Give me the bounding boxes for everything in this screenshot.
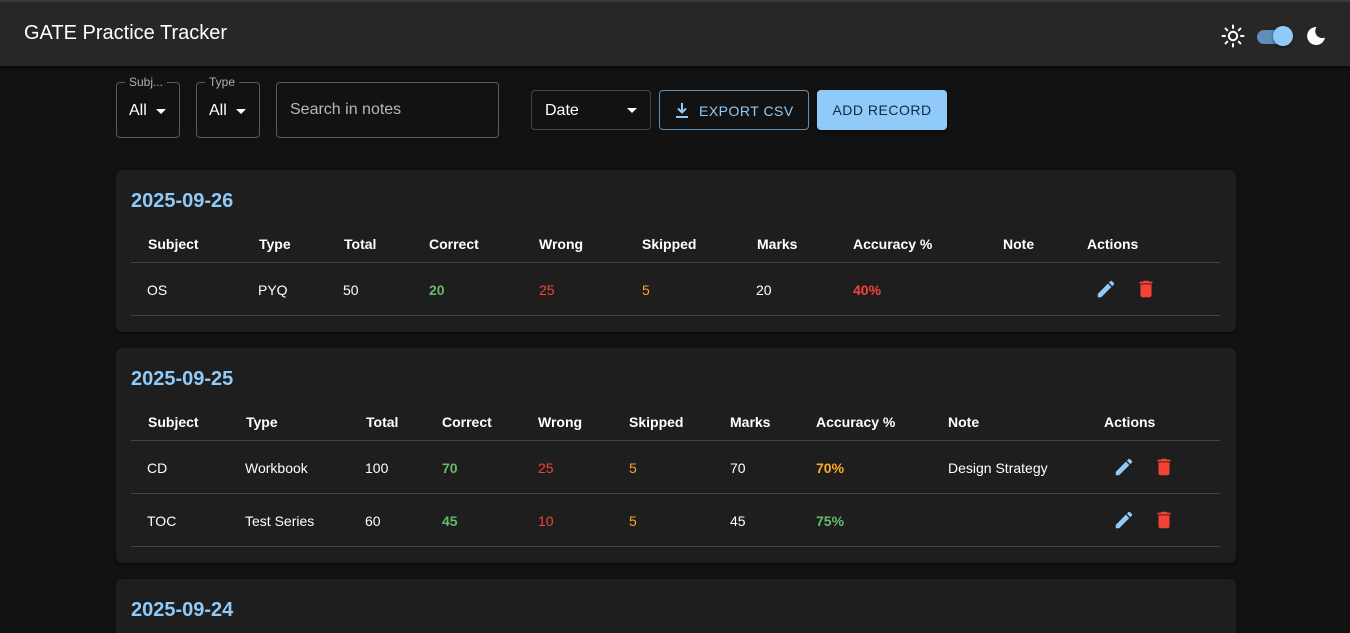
table-header: Subject Type Total Correct Wrong Skipped… — [131, 404, 1220, 441]
column-header: Actions — [1087, 236, 1139, 252]
delete-icon[interactable] — [1153, 456, 1175, 478]
cell-accuracy: 40% — [853, 282, 882, 298]
column-header: Marks — [730, 414, 771, 430]
cell-total: 100 — [365, 460, 389, 476]
column-header: Subject — [148, 414, 199, 430]
app-bar: GATE Practice Tracker — [0, 0, 1350, 66]
date-group-card: 2025-09-24 — [116, 579, 1236, 633]
column-header: Correct — [442, 414, 492, 430]
group-date: 2025-09-26 — [131, 190, 234, 212]
column-header: Total — [366, 414, 399, 430]
column-header: Accuracy % — [816, 414, 896, 430]
group-date: 2025-09-24 — [131, 599, 234, 621]
column-header: Skipped — [642, 236, 697, 252]
column-header: Accuracy % — [853, 236, 933, 252]
download-icon — [676, 103, 688, 118]
group-date: 2025-09-25 — [131, 368, 234, 390]
toggle-thumb — [1273, 26, 1293, 46]
table-row: OS PYQ 50 20 25 5 20 40% — [131, 263, 1220, 316]
cell-wrong: 10 — [538, 513, 554, 529]
type-filter-value: All — [209, 102, 227, 119]
cell-wrong: 25 — [539, 282, 555, 298]
export-csv-label: EXPORT CSV — [699, 103, 794, 119]
column-header: Marks — [757, 236, 798, 252]
theme-toggle[interactable] — [1255, 25, 1295, 47]
type-filter[interactable]: Type All — [196, 75, 260, 138]
column-header: Type — [246, 414, 278, 430]
cell-correct: 70 — [442, 460, 458, 476]
chevron-down-icon — [627, 108, 637, 113]
column-header: Total — [344, 236, 377, 252]
cell-skipped: 5 — [629, 460, 637, 476]
app-title: GATE Practice Tracker — [24, 22, 228, 44]
edit-icon[interactable] — [1095, 278, 1117, 300]
column-header: Skipped — [629, 414, 684, 430]
column-header: Wrong — [539, 236, 584, 252]
subject-filter-label: Subj... — [125, 75, 168, 89]
search-placeholder: Search in notes — [290, 101, 402, 118]
cell-subject: OS — [147, 282, 168, 298]
delete-icon[interactable] — [1153, 509, 1175, 531]
column-header: Wrong — [538, 414, 583, 430]
records-table: Subject Type Total Correct Wrong Skipped… — [131, 404, 1220, 547]
cell-type: PYQ — [258, 282, 288, 298]
sort-value: Date — [545, 102, 579, 119]
edit-icon[interactable] — [1113, 509, 1135, 531]
cell-total: 50 — [343, 282, 359, 298]
table-row: CD Workbook 100 70 25 5 70 70% Design St… — [131, 441, 1220, 494]
chevron-down-icon — [236, 109, 246, 114]
cell-accuracy: 70% — [816, 460, 845, 476]
sun-icon — [1221, 24, 1245, 48]
type-filter-label: Type — [205, 75, 240, 89]
column-header: Note — [948, 414, 980, 430]
chevron-down-icon — [156, 109, 166, 114]
subject-filter[interactable]: Subj... All — [116, 75, 180, 138]
column-header: Subject — [148, 236, 199, 252]
subject-filter-value: All — [129, 102, 147, 119]
table-header: Subject Type Total Correct Wrong Skipped… — [131, 226, 1220, 263]
cell-wrong: 25 — [538, 460, 554, 476]
cell-subject: TOC — [147, 513, 177, 529]
date-group-card: 2025-09-26 Subject Type Total Correct Wr… — [116, 170, 1236, 332]
cell-skipped: 5 — [629, 513, 637, 529]
cell-correct: 20 — [429, 282, 445, 298]
export-csv-button[interactable]: EXPORT CSV — [659, 90, 809, 130]
cell-subject: CD — [147, 460, 168, 476]
column-header: Type — [259, 236, 291, 252]
records-table: Subject Type Total Correct Wrong Skipped… — [131, 226, 1220, 316]
column-header: Note — [1003, 236, 1035, 252]
cell-total: 60 — [365, 513, 381, 529]
moon-icon — [1307, 26, 1325, 45]
cell-marks: 45 — [730, 513, 746, 529]
edit-icon[interactable] — [1113, 456, 1135, 478]
column-header: Correct — [429, 236, 479, 252]
sort-select[interactable]: Date — [531, 90, 651, 130]
cell-note: Design Strategy — [948, 460, 1048, 476]
date-group-card: 2025-09-25 Subject Type Total Correct Wr… — [116, 348, 1236, 563]
cell-skipped: 5 — [642, 282, 650, 298]
column-header: Actions — [1104, 414, 1156, 430]
cell-accuracy: 75% — [816, 513, 845, 529]
search-input[interactable]: Search in notes — [276, 82, 499, 138]
delete-icon[interactable] — [1135, 278, 1157, 300]
cell-type: Test Series — [245, 513, 315, 529]
cell-marks: 20 — [756, 282, 772, 298]
cell-type: Workbook — [245, 460, 308, 476]
cell-marks: 70 — [730, 460, 746, 476]
cell-correct: 45 — [442, 513, 458, 529]
add-record-button[interactable]: ADD RECORD — [817, 90, 947, 130]
table-row: TOC Test Series 60 45 10 5 45 75% — [131, 494, 1220, 547]
